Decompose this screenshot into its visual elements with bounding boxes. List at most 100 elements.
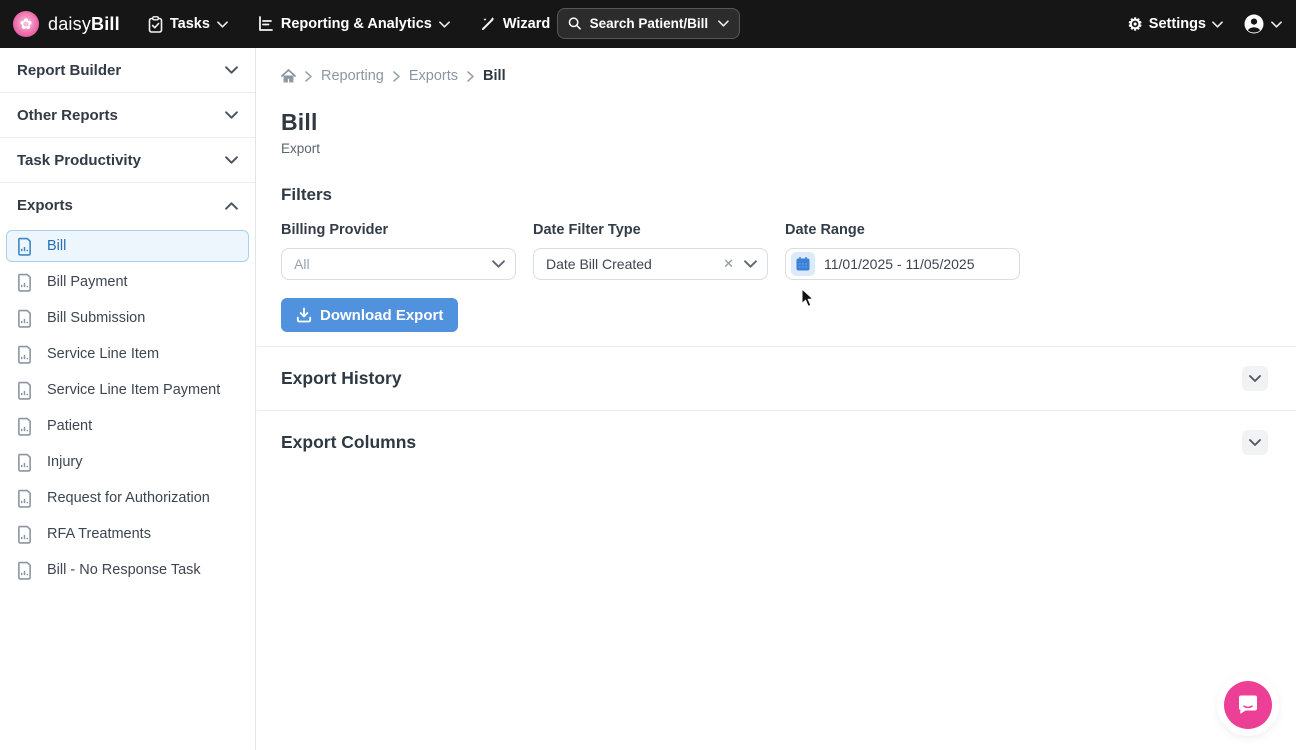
page-title: Bill (281, 109, 318, 135)
export-history-title: Export History (281, 368, 402, 388)
export-columns-title: Export Columns (281, 432, 417, 452)
page-header: Bill Export (257, 84, 1296, 156)
search-patient-bill[interactable]: Search Patient/Bill (557, 8, 740, 39)
sidebar-item-injury[interactable]: Injury (6, 446, 249, 478)
section-label: Report Builder (17, 61, 122, 79)
sidebar-section-exports[interactable]: Exports (0, 183, 255, 228)
chevron-down-icon (1271, 21, 1282, 28)
chevron-down-icon (225, 156, 238, 164)
sidebar-item-request-for-authorization[interactable]: Request for Authorization (6, 482, 249, 514)
date-range-label: Date Range (785, 222, 865, 238)
top-navbar: ✿ daisyBill Tasks Reporting & Analytics (0, 0, 1296, 48)
report-doc-icon (17, 309, 32, 328)
export-history-expand-button[interactable] (1242, 366, 1268, 391)
clear-icon[interactable]: ✕ (723, 256, 734, 272)
sidebar-section-task-productivity[interactable]: Task Productivity (0, 138, 255, 183)
sidebar-item-bill-payment[interactable]: Bill Payment (6, 266, 249, 298)
billing-provider-field: Billing Provider All (281, 222, 516, 280)
account-menu[interactable] (1243, 13, 1282, 35)
breadcrumb-separator-icon (305, 70, 312, 82)
item-label: Service Line Item (47, 346, 160, 362)
date-filter-type-value: Date Bill Created (546, 256, 652, 272)
date-range-value: 11/01/2025 - 11/05/2025 (824, 256, 975, 272)
breadcrumb-separator-icon (393, 70, 400, 82)
sidebar-item-rfa-treatments[interactable]: RFA Treatments (6, 518, 249, 550)
sidebar-item-bill-no-response-task[interactable]: Bill - No Response Task (6, 554, 249, 586)
report-doc-icon (17, 525, 32, 544)
chevron-down-icon (217, 21, 228, 28)
section-label: Task Productivity (17, 151, 141, 169)
home-icon[interactable] (281, 69, 296, 83)
daisybill-logo[interactable]: ✿ daisyBill (0, 11, 134, 37)
page-subtitle: Export (281, 141, 321, 156)
export-columns-panel: Export Columns (257, 410, 1296, 474)
breadcrumb-current: Bill (483, 68, 506, 84)
billing-provider-value: All (294, 256, 310, 272)
sidebar-item-service-line-item-payment[interactable]: Service Line Item Payment (6, 374, 249, 406)
sidebar: Report Builder Other Reports Task Produc… (0, 48, 256, 750)
nav-wizard[interactable]: Wizard (480, 16, 568, 32)
item-label: Bill (47, 238, 67, 254)
filters-heading: Filters (281, 185, 333, 204)
date-filter-type-field: Date Filter Type Date Bill Created ✕ (533, 222, 768, 280)
nav-settings[interactable]: ⚙ Settings (1128, 16, 1223, 33)
sidebar-section-other-reports[interactable]: Other Reports (0, 93, 255, 138)
navbar-right: ⚙ Settings (1128, 0, 1282, 48)
chevron-down-icon (744, 260, 757, 268)
item-label: Request for Authorization (47, 490, 210, 506)
item-label: Bill Submission (47, 310, 146, 326)
report-doc-icon (17, 273, 32, 292)
report-doc-icon (17, 453, 32, 472)
billing-provider-label: Billing Provider (281, 222, 389, 238)
chat-bubble-icon (1239, 695, 1257, 714)
search-label: Search Patient/Bill (589, 16, 709, 31)
item-label: Injury (47, 454, 83, 470)
chevron-down-icon (718, 20, 729, 27)
billing-provider-select[interactable]: All (281, 248, 516, 280)
chevron-down-icon (1249, 439, 1261, 446)
nav-reporting-analytics[interactable]: Reporting & Analytics (258, 16, 450, 32)
chevron-up-icon (225, 202, 238, 210)
sidebar-item-bill[interactable]: Bill (6, 230, 249, 262)
sidebar-item-bill-submission[interactable]: Bill Submission (6, 302, 249, 334)
chevron-down-icon (492, 260, 505, 268)
export-columns-expand-button[interactable] (1242, 430, 1268, 455)
breadcrumb-separator-icon (467, 70, 474, 82)
chevron-down-icon (225, 111, 238, 119)
breadcrumb: Reporting Exports Bill (257, 48, 1296, 84)
date-filter-type-select[interactable]: Date Bill Created ✕ (533, 248, 768, 280)
download-export-label: Download Export (320, 306, 444, 324)
report-doc-icon (17, 237, 32, 256)
download-export-button[interactable]: Download Export (281, 298, 459, 332)
sidebar-section-report-builder[interactable]: Report Builder (0, 48, 255, 93)
sidebar-item-service-line-item[interactable]: Service Line Item (6, 338, 249, 370)
chevron-down-icon (1249, 375, 1261, 382)
chevron-down-icon (225, 66, 238, 74)
breadcrumb-exports[interactable]: Exports (409, 68, 458, 84)
sidebar-item-patient[interactable]: Patient (6, 410, 249, 442)
bar-chart-icon (258, 16, 273, 31)
chevron-down-icon (1212, 21, 1223, 28)
gear-icon: ⚙ (1127, 14, 1143, 34)
brand-name: daisyBill (48, 13, 120, 34)
magic-wand-icon (481, 17, 495, 30)
nav-settings-label: Settings (1148, 16, 1206, 32)
exports-list: Bill Bill Payment Bill Submission Servic… (0, 230, 255, 586)
section-label: Exports (17, 197, 73, 214)
chat-launcher-button[interactable] (1224, 681, 1272, 729)
nav-tasks[interactable]: Tasks (148, 15, 228, 33)
report-doc-icon (17, 489, 32, 508)
breadcrumb-reporting[interactable]: Reporting (321, 68, 384, 84)
item-label: Bill - No Response Task (47, 562, 201, 578)
date-range-input[interactable]: 11/01/2025 - 11/05/2025 (785, 248, 1020, 280)
chevron-down-icon (439, 21, 450, 28)
download-icon (296, 307, 312, 323)
section-label: Other Reports (17, 106, 118, 124)
daisy-flower-icon: ✿ (13, 11, 39, 37)
filters-section: Filters Billing Provider All Date Filter… (257, 156, 1296, 280)
report-doc-icon (17, 345, 32, 364)
nav-tasks-label: Tasks (169, 16, 210, 32)
calendar-icon[interactable] (791, 252, 815, 276)
item-label: Service Line Item Payment (47, 382, 221, 398)
date-filter-type-label: Date Filter Type (533, 222, 641, 238)
